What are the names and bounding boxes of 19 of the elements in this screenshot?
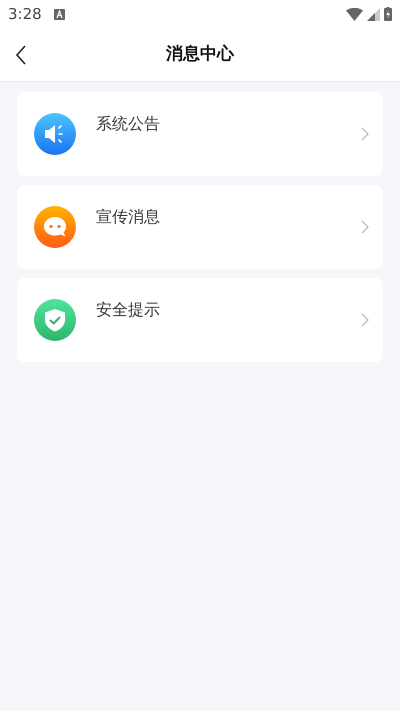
- chevron-right-icon: [361, 220, 369, 234]
- back-icon: [15, 44, 27, 64]
- chevron-right-icon: [361, 127, 369, 141]
- battery-icon: [384, 7, 392, 21]
- message-category-card[interactable]: 系统公告: [17, 92, 383, 176]
- category-title: 系统公告: [96, 113, 161, 135]
- chevron-right-icon: [361, 313, 369, 327]
- wifi-icon: [346, 8, 363, 20]
- chat-bubble-icon: [34, 206, 76, 248]
- category-title: 宣传消息: [96, 206, 161, 228]
- message-category-card[interactable]: 安全提示: [17, 278, 383, 362]
- notification-icon: [54, 8, 65, 20]
- category-title: 安全提示: [96, 299, 161, 321]
- message-category-card[interactable]: 宣传消息: [17, 185, 383, 269]
- signal-icon: [367, 8, 380, 20]
- shield-check-icon: [34, 299, 76, 341]
- page-title: 消息中心: [166, 42, 234, 66]
- status-time: 3:28: [8, 4, 42, 25]
- speaker-icon: [34, 113, 76, 155]
